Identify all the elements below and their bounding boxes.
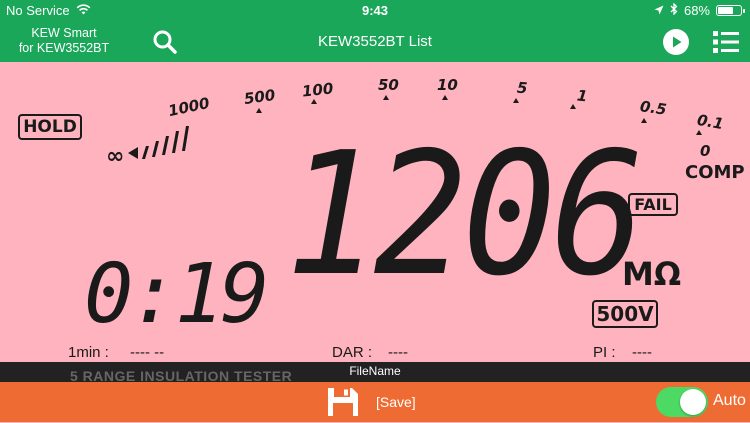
- scale-tick: [383, 95, 389, 100]
- one-min-value: ---- --: [130, 344, 165, 361]
- scale-label: 10: [437, 76, 458, 94]
- unit-label: MΩ: [622, 255, 682, 293]
- bottom-toolbar: [Save] Auto: [0, 382, 750, 422]
- nav-bar: KEW Smart for KEW3552BT KEW3552BT List: [0, 22, 750, 62]
- scale-label: 5: [516, 78, 529, 98]
- play-icon: [663, 29, 689, 55]
- scale-tick: [311, 99, 317, 104]
- save-label[interactable]: [Save]: [376, 394, 416, 410]
- comp-indicator: COMP: [685, 162, 745, 183]
- main-reading: 1206: [285, 116, 645, 314]
- location-icon: [654, 3, 664, 18]
- scale-tick: [641, 118, 647, 123]
- scale-tick: [513, 98, 519, 103]
- auto-label: Auto: [713, 392, 746, 409]
- scale-label: 500: [242, 85, 277, 109]
- lcd-display: HOLD 1000 500 100 50 10 5 1 0.5 0.1 0 ∞ …: [0, 62, 750, 362]
- pi-label: PI :: [593, 344, 616, 361]
- auto-toggle[interactable]: [656, 387, 708, 417]
- toggle-knob: [680, 389, 706, 415]
- battery-percent: 68%: [683, 3, 710, 18]
- infinity-symbol: ∞: [106, 144, 125, 169]
- one-min-label: 1min :: [68, 344, 109, 361]
- scale-tick: [570, 104, 576, 109]
- pi-value: ----: [632, 344, 652, 361]
- clock: 9:43: [361, 3, 389, 18]
- file-name-bar: 5 RANGE INSULATION TESTER FileName: [0, 362, 750, 382]
- page-title: KEW3552BT List: [318, 33, 432, 50]
- battery-icon: [716, 5, 745, 16]
- floppy-disk-icon: [328, 388, 358, 416]
- dar-value: ----: [388, 344, 408, 361]
- scale-label: 1: [576, 86, 589, 106]
- timer-display: 0:19: [84, 247, 269, 342]
- scale-label: 0: [700, 142, 711, 160]
- save-button[interactable]: [326, 386, 360, 423]
- scale-label: 50: [378, 76, 399, 94]
- scale-label: 0.5: [638, 97, 668, 119]
- scale-tick: [256, 108, 262, 113]
- dar-label: DAR :: [332, 344, 373, 361]
- play-button[interactable]: [661, 27, 691, 57]
- scale-tick: [442, 95, 448, 100]
- bar-graph: [128, 126, 189, 159]
- hold-indicator: HOLD: [18, 114, 82, 140]
- list-menu-button[interactable]: [711, 27, 741, 57]
- scale-label: 100: [301, 79, 335, 101]
- voltage-indicator: 500V: [592, 300, 658, 328]
- status-bar: No Service 9:43 68%: [0, 0, 750, 22]
- scale-tick: [696, 130, 702, 135]
- bluetooth-icon: [670, 2, 678, 18]
- list-icon: [713, 31, 739, 53]
- file-name-label: FileName: [349, 364, 401, 378]
